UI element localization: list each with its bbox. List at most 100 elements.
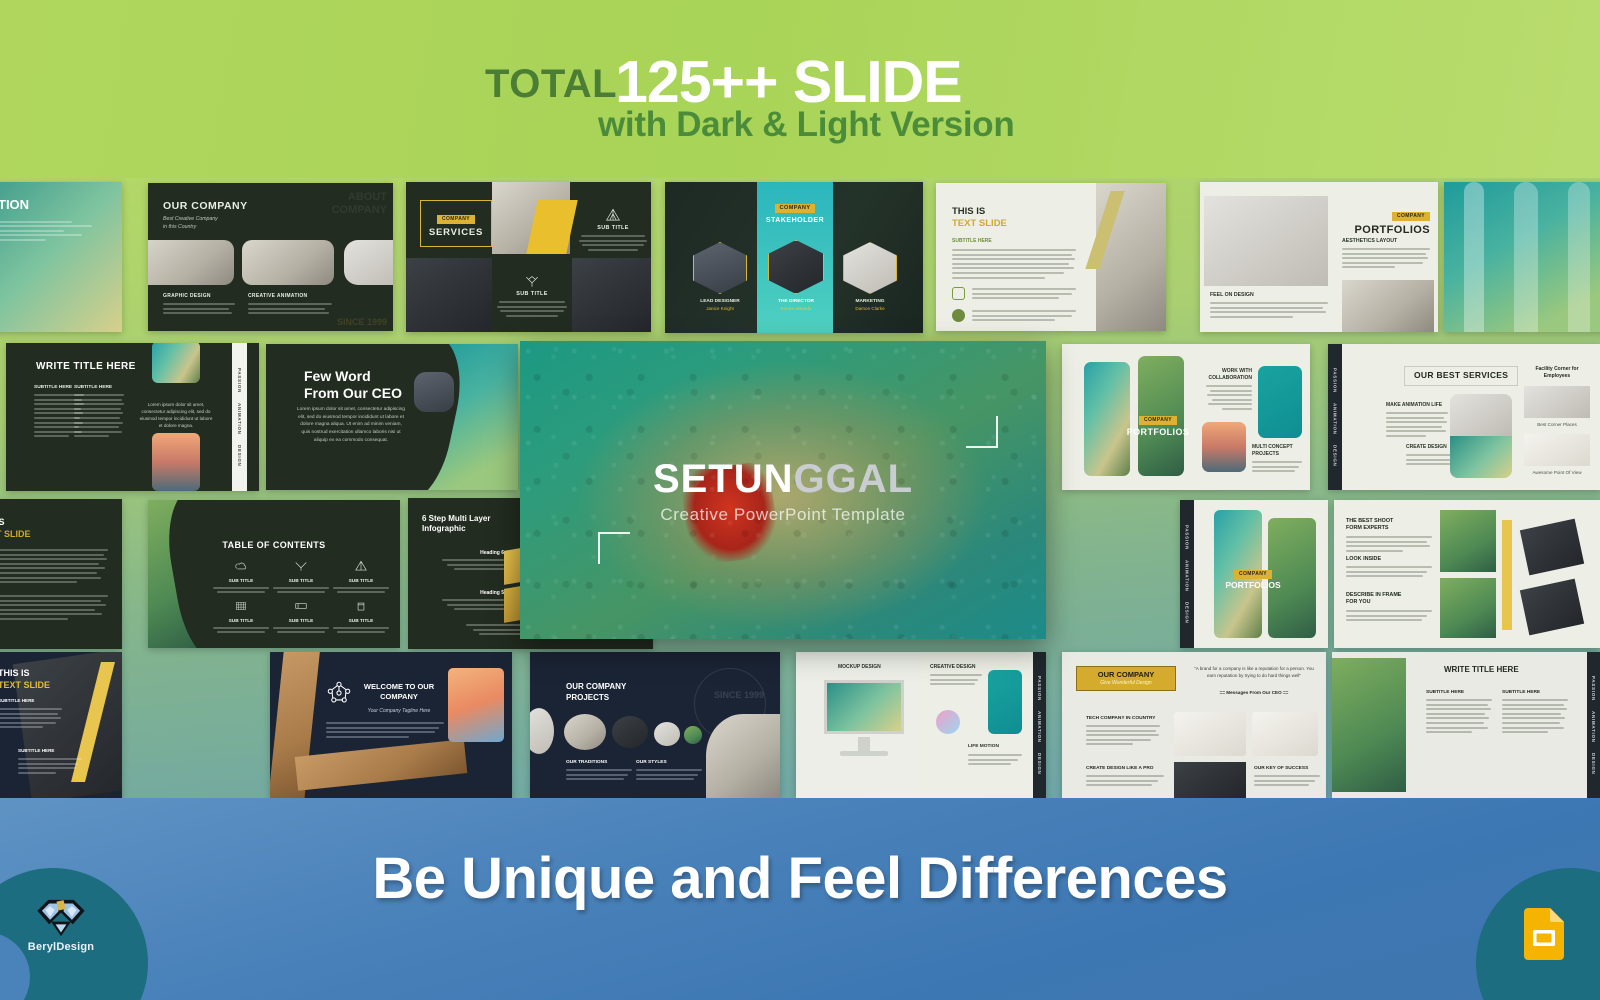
brand-logo[interactable]: BerylDesign (18, 898, 104, 953)
portright-badge: COMPANY (1234, 569, 1272, 579)
mockup-title: MOCKUP DESIGN (838, 664, 881, 670)
stakeholder-role-1: THE DIRECTOR (778, 299, 814, 304)
stakeholder-name-0: Janice Knight (706, 305, 734, 311)
slide-best-services[interactable]: PASSION ANIMATION DESIGN OUR BEST SERVIC… (1328, 344, 1600, 490)
slide-welcome-company[interactable]: WELCOME TO OUR COMPANY Your Company Tagl… (270, 652, 512, 798)
slide-write-title[interactable]: WRITE TITLE HERE SUBTITLE HERE SUBTITLE … (6, 343, 259, 491)
writetitle-col-1: SUBTITLE HERE (74, 385, 113, 390)
textdark-title-2: T SLIDE (0, 529, 31, 539)
bestshoot-item-0: LOOK INSIDE (1346, 556, 1382, 562)
portfolios-badge: COMPANY (1392, 211, 1430, 221)
collab-item-0: WORK WITH COLLABORATION (1208, 368, 1252, 381)
header-title-group: TOTAL 125++ SLIDE (485, 48, 963, 112)
network-nodes-icon (327, 681, 351, 703)
slide-ceo-word[interactable]: Few Word From Our CEO Lorem ipsum dolor … (266, 344, 518, 490)
slide-company-services[interactable]: COMPANY SERVICES SUB TITLE SUB TITLE (406, 182, 651, 332)
strip-right-0: PASSION (1184, 524, 1190, 550)
strip-services-2: DESIGN (1332, 444, 1338, 467)
strip-writeright-0: PASSION (1591, 675, 1596, 701)
poster-stage: TOTAL 125++ SLIDE with Dark & Light Vers… (0, 0, 1600, 1000)
portfolios-item-0: AESTHETICS LAYOUT (1342, 238, 1398, 244)
diamond-gem-icon (37, 899, 85, 937)
hero-title-part2: GGAL (793, 457, 914, 501)
slide-count-label: 125++ SLIDE (615, 49, 962, 115)
stakeholder-role-2: MARKETING (855, 299, 885, 304)
slide-about-company[interactable]: ABOUT COMPANY SINCE 1999 OUR COMPANY Bes… (148, 183, 393, 331)
strip-item-2: DESIGN (237, 444, 242, 467)
collab-item-1: MULTI CONCEPT PROJECTS (1252, 444, 1293, 457)
slide-mockup-design[interactable]: MOCKUP DESIGN CREATIVE DESIGN LIFE MOTIO… (796, 652, 1046, 798)
strip-vertical-right: PASSION ANIMATION DESIGN (1180, 500, 1194, 648)
gold-item-2: OUR KEY OF SUCCESS (1254, 766, 1309, 771)
strip-services-0: PASSION (1332, 367, 1338, 393)
slide-write-title-right[interactable]: WRITE TITLE HERE SUBTITLE HERE SUBTITLE … (1332, 652, 1600, 798)
strip-right-2: DESIGN (1184, 601, 1190, 624)
bestservices-caption-1: Awesome Point Of View (1532, 470, 1582, 475)
ceo-body: Lorem ipsum dolor sit amet, consectetur … (297, 407, 405, 443)
about-subtitle: Best Creative Company in this Country (163, 216, 218, 230)
writeright-title: WRITE TITLE HERE (1444, 665, 1519, 674)
slide-text-light[interactable]: THIS IS TEXT SLIDE SUBTITLE HERE (936, 183, 1166, 331)
hero-subtitle: Creative PowerPoint Template (660, 505, 906, 524)
stakeholder-name-1: Eunice Marada (780, 305, 812, 311)
slide-portfolios-right[interactable]: COMPANY PORTFOLIOS PASSION ANIMATION DES… (1180, 500, 1328, 648)
slide-table-of-contents[interactable]: TABLE OF CONTENTS SUB TITLE SUB TITLE SU… (148, 500, 400, 648)
about-title: OUR COMPANY (163, 200, 248, 212)
slide-our-company-gold[interactable]: OUR COMPANY Give Wonderful Design "A bra… (1062, 652, 1326, 798)
projects-title: OUR COMPANY PROJECTS (566, 682, 627, 702)
slide-company-projects[interactable]: OUR COMPANY PROJECTS SINCE 1999 OUR TRAD… (530, 652, 780, 798)
google-slides-icon[interactable] (1524, 908, 1564, 960)
jar-icon (357, 602, 365, 611)
services-sub-0: SUB TITLE (597, 225, 629, 231)
toc-item-2: SUB TITLE (348, 579, 374, 584)
strip-mockup-0: PASSION (1037, 675, 1042, 701)
textlight-subtitle: SUBTITLE HERE (952, 238, 992, 244)
slide-best-shoot[interactable]: THE BEST SHOOT FORM EXPERTS LOOK INSIDE … (1334, 500, 1600, 648)
about-item-1: CREATIVE ANIMATION (248, 293, 308, 299)
bestservices-side-title: Facility Corner for Employees (1535, 366, 1579, 379)
info-title: 6 Step Multi Layer Infographic (422, 514, 491, 534)
strip-vertical-services: PASSION ANIMATION DESIGN (1328, 344, 1342, 490)
hero-text-group: SETUNGGAL Creative PowerPoint Template (520, 459, 1046, 525)
services-sub-1: SUB TITLE (516, 291, 548, 297)
hero-slide[interactable]: SETUNGGAL Creative PowerPoint Template (520, 341, 1046, 639)
bestshoot-item-1: DESCRIBE IN FRAME FOR YOU (1346, 592, 1402, 606)
collab-badge: COMPANY (1139, 415, 1177, 425)
about-watermark: ABOUT COMPANY (331, 191, 387, 216)
gold-badge-sub: Give Wonderful Design (1100, 680, 1152, 687)
textdark-title-1: IS (0, 517, 5, 527)
navyleft-title-1: THIS IS (0, 668, 30, 678)
slide-portfolios-light[interactable]: COMPANY PORTFOLIOS AESTHETICS LAYOUT FEE… (1200, 182, 1438, 332)
total-label: TOTAL (485, 62, 618, 106)
strip-mockup-2: DESIGN (1037, 752, 1042, 775)
strip-item-1: ANIMATION (237, 402, 242, 435)
bestshoot-title: THE BEST SHOOT FORM EXPERTS (1346, 518, 1394, 532)
brand-logo-text: BerylDesign (27, 941, 95, 953)
slide-text-navy-left[interactable]: THIS IS TEXT SLIDE SUBTITLE HERE SUBTITL… (0, 652, 122, 800)
welcome-tagline: Your Company Tagline Here (367, 708, 431, 714)
slide-intro[interactable]: TION (0, 182, 122, 332)
toc-item-0: SUB TITLE (228, 579, 254, 584)
strip-item-0: PASSION (237, 367, 242, 393)
gold-item-1: CREATE DESIGN LIKE A PRO (1086, 766, 1154, 771)
gold-item-0: TECH COMPANY IN COUNTRY (1086, 716, 1156, 721)
slide-company-stakeholder[interactable]: COMPANY STAKEHOLDER LEAD DESIGNER Janice… (665, 182, 923, 333)
slide-portfolios-collab[interactable]: COMPANY PORTFOLIOS WORK WITH COLLABORATI… (1062, 344, 1310, 490)
textlight-title-2: TEXT SLIDE (952, 218, 1007, 229)
toc-item-4: SUB TITLE (288, 619, 314, 624)
strip-mockup-1: ANIMATION (1037, 710, 1042, 743)
toc-item-3: SUB TITLE (228, 619, 254, 624)
slide-text-dark-left[interactable]: IS T SLIDE (0, 499, 122, 649)
portfolios-item-1: FEEL ON DESIGN (1210, 292, 1254, 298)
tent-icon (606, 208, 620, 221)
slide-arch-photo[interactable] (1444, 182, 1600, 332)
strip-services-1: ANIMATION (1332, 402, 1338, 435)
tent-icon (355, 560, 367, 571)
writeright-col-0: SUBTITLE HERE (1426, 690, 1465, 695)
hero-title: SETUNGGAL (520, 459, 1046, 499)
strip-vertical-writeright: PASSION ANIMATION DESIGN (1587, 652, 1600, 798)
strip-right-1: ANIMATION (1184, 559, 1190, 592)
strip-vertical-mockup: PASSION ANIMATION DESIGN (1033, 652, 1046, 798)
cloud-icon (235, 562, 247, 570)
services-title: SERVICES (428, 227, 484, 238)
